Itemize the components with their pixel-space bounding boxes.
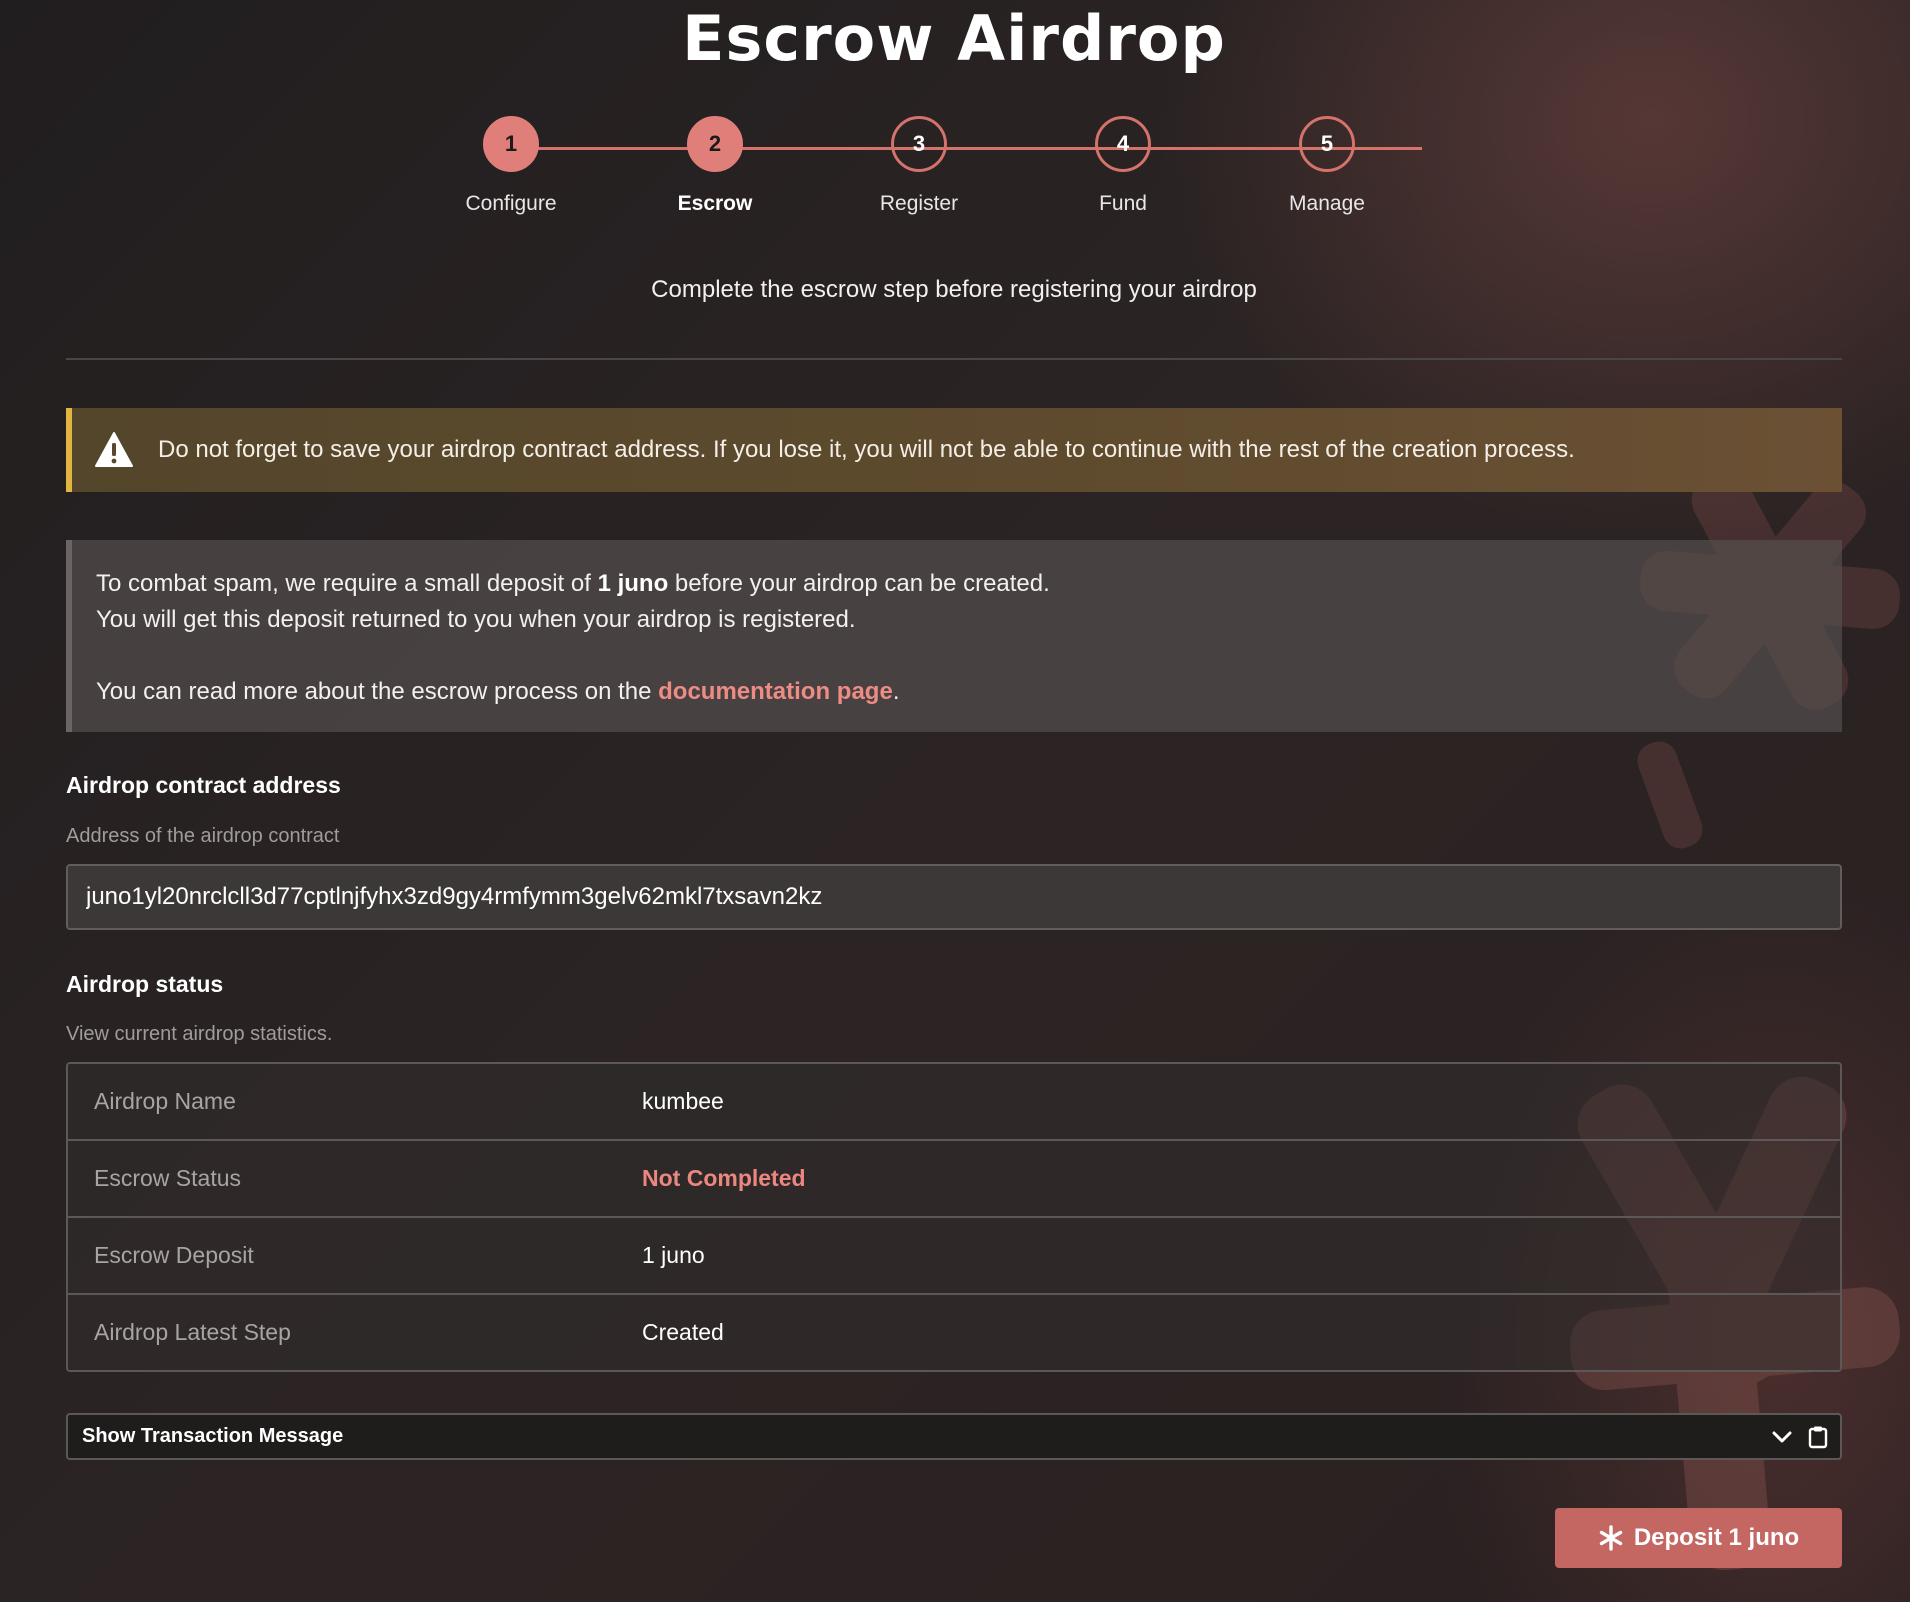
clipboard-icon[interactable] [1804, 1423, 1832, 1451]
step-fund[interactable]: 4 Fund [1043, 116, 1203, 216]
info-refund-line: You will get this deposit returned to yo… [96, 606, 856, 633]
show-transaction-toggle[interactable]: Show Transaction Message [66, 1413, 1842, 1460]
warning-triangle-icon [95, 432, 133, 467]
info-text: You can read more about the escrow proce… [96, 678, 659, 705]
asterisk-icon [1599, 1525, 1623, 1551]
step-number-badge: 5 [1299, 116, 1355, 172]
info-text: before your airdrop can be created. [668, 570, 1050, 597]
table-row: Escrow Deposit 1 juno [68, 1216, 1840, 1293]
progress-stepper: 1 Configure 2 Escrow 3 Register 4 Fund 5… [465, 116, 1454, 226]
step-number-badge: 1 [483, 116, 539, 172]
airdrop-status-help: View current airdrop statistics. [66, 1023, 333, 1045]
row-value: Created [642, 1319, 724, 1345]
info-docs-line: You can read more about the escrow proce… [96, 674, 1842, 710]
warning-text: Do not forget to save your airdrop contr… [158, 436, 1575, 463]
table-row: Airdrop Name kumbee [68, 1064, 1840, 1139]
step-number-badge: 3 [891, 116, 947, 172]
chevron-down-icon[interactable] [1768, 1423, 1796, 1451]
row-value: kumbee [642, 1088, 724, 1114]
step-register[interactable]: 3 Register [839, 116, 999, 216]
step-description: Complete the escrow step before register… [651, 276, 1257, 303]
info-deposit-line: To combat spam, we require a small depos… [96, 566, 1842, 602]
deposit-button-label: Deposit 1 juno [1633, 1524, 1800, 1551]
escrow-info-panel: To combat spam, we require a small depos… [66, 540, 1842, 732]
step-manage[interactable]: 5 Manage [1247, 116, 1407, 216]
contract-address-label: Airdrop contract address [66, 772, 341, 798]
documentation-link[interactable]: documentation page [658, 678, 893, 705]
row-key: Escrow Status [94, 1165, 241, 1191]
airdrop-status-label: Airdrop status [66, 971, 224, 997]
page-title: Escrow Airdrop [682, 2, 1226, 75]
step-label: Escrow [677, 192, 753, 215]
contract-address-help: Address of the airdrop contract [66, 825, 340, 847]
info-text: To combat spam, we require a small depos… [96, 570, 598, 597]
warning-alert: Do not forget to save your airdrop contr… [66, 408, 1842, 492]
row-key: Escrow Deposit [94, 1242, 254, 1268]
escrow-status-value: Not Completed [642, 1165, 806, 1191]
step-number-badge: 4 [1095, 116, 1151, 172]
row-value: 1 juno [642, 1242, 705, 1268]
info-text: . [892, 678, 900, 705]
section-divider [66, 358, 1842, 360]
transaction-label: Show Transaction Message [82, 1425, 344, 1447]
airdrop-status-table: Airdrop Name kumbee Escrow Status Not Co… [66, 1062, 1842, 1372]
step-configure[interactable]: 1 Configure [431, 116, 591, 216]
table-row: Airdrop Latest Step Created [68, 1293, 1840, 1370]
contract-address-input[interactable] [66, 864, 1842, 930]
step-label: Register [879, 192, 959, 215]
step-number-badge: 2 [687, 116, 743, 172]
step-label: Configure [465, 192, 557, 215]
step-label: Manage [1289, 192, 1365, 215]
deposit-button[interactable]: Deposit 1 juno [1555, 1508, 1842, 1568]
row-key: Airdrop Name [94, 1088, 236, 1114]
row-key: Airdrop Latest Step [94, 1319, 291, 1345]
step-escrow[interactable]: 2 Escrow [635, 116, 795, 216]
table-row: Escrow Status Not Completed [68, 1139, 1840, 1216]
deposit-amount: 1 juno [597, 570, 669, 597]
step-label: Fund [1099, 192, 1147, 215]
